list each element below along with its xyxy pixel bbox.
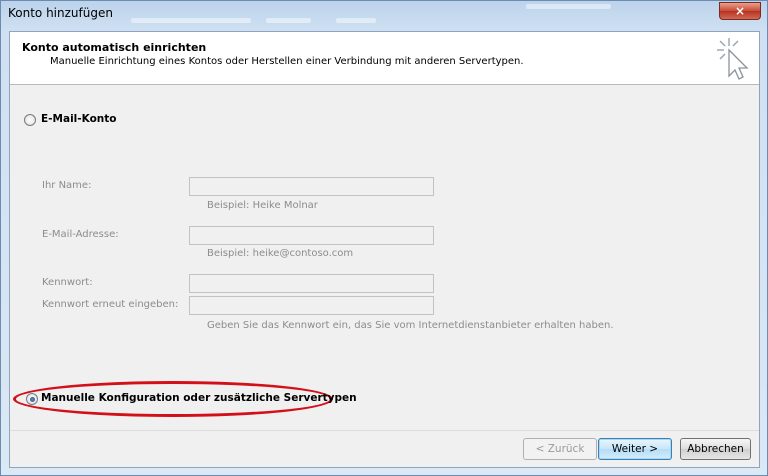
wizard-header: Konto automatisch einrichten Manuelle Ei…: [10, 32, 759, 85]
email-account-label[interactable]: E-Mail-Konto: [41, 113, 117, 125]
name-input[interactable]: [189, 177, 434, 196]
email-label: E-Mail-Adresse:: [42, 229, 119, 240]
page-title: Konto automatisch einrichten: [22, 41, 207, 54]
background-blur: [526, 4, 611, 9]
password-input[interactable]: [189, 274, 434, 293]
name-hint: Beispiel: Heike Molnar: [207, 200, 318, 211]
email-hint: Beispiel: heike@contoso.com: [207, 248, 354, 259]
background-blur: [336, 18, 376, 23]
add-account-dialog: Konto hinzufügen × Konto automatisch ein…: [0, 0, 768, 476]
back-button[interactable]: < Zurück: [523, 438, 597, 460]
page-subtitle: Manuelle Einrichtung eines Kontos oder H…: [50, 56, 524, 67]
background-blur: [266, 18, 311, 23]
email-account-radio[interactable]: [24, 114, 36, 126]
window-title: Konto hinzufügen: [8, 6, 113, 20]
password-repeat-label: Kennwort erneut eingeben:: [42, 299, 179, 310]
password-repeat-input[interactable]: [189, 296, 434, 315]
dialog-client-area: Konto automatisch einrichten Manuelle Ei…: [9, 31, 760, 468]
manual-config-label[interactable]: Manuelle Konfiguration oder zusätzliche …: [41, 392, 357, 404]
name-label: Ihr Name:: [42, 180, 92, 191]
next-button[interactable]: Weiter >: [598, 438, 672, 460]
title-bar[interactable]: Konto hinzufügen ×: [1, 1, 767, 27]
close-icon: ×: [734, 4, 746, 18]
radio-selected-dot: [29, 396, 35, 402]
close-button[interactable]: ×: [719, 2, 761, 20]
manual-config-radio[interactable]: [26, 393, 38, 405]
password-label: Kennwort:: [42, 277, 93, 288]
footer-divider: [10, 430, 759, 431]
cancel-button[interactable]: Abbrechen: [680, 438, 751, 460]
email-input[interactable]: [189, 226, 434, 245]
background-blur: [131, 18, 251, 23]
wizard-cursor-icon: [717, 38, 749, 80]
password-hint: Geben Sie das Kennwort ein, das Sie vom …: [207, 320, 614, 331]
